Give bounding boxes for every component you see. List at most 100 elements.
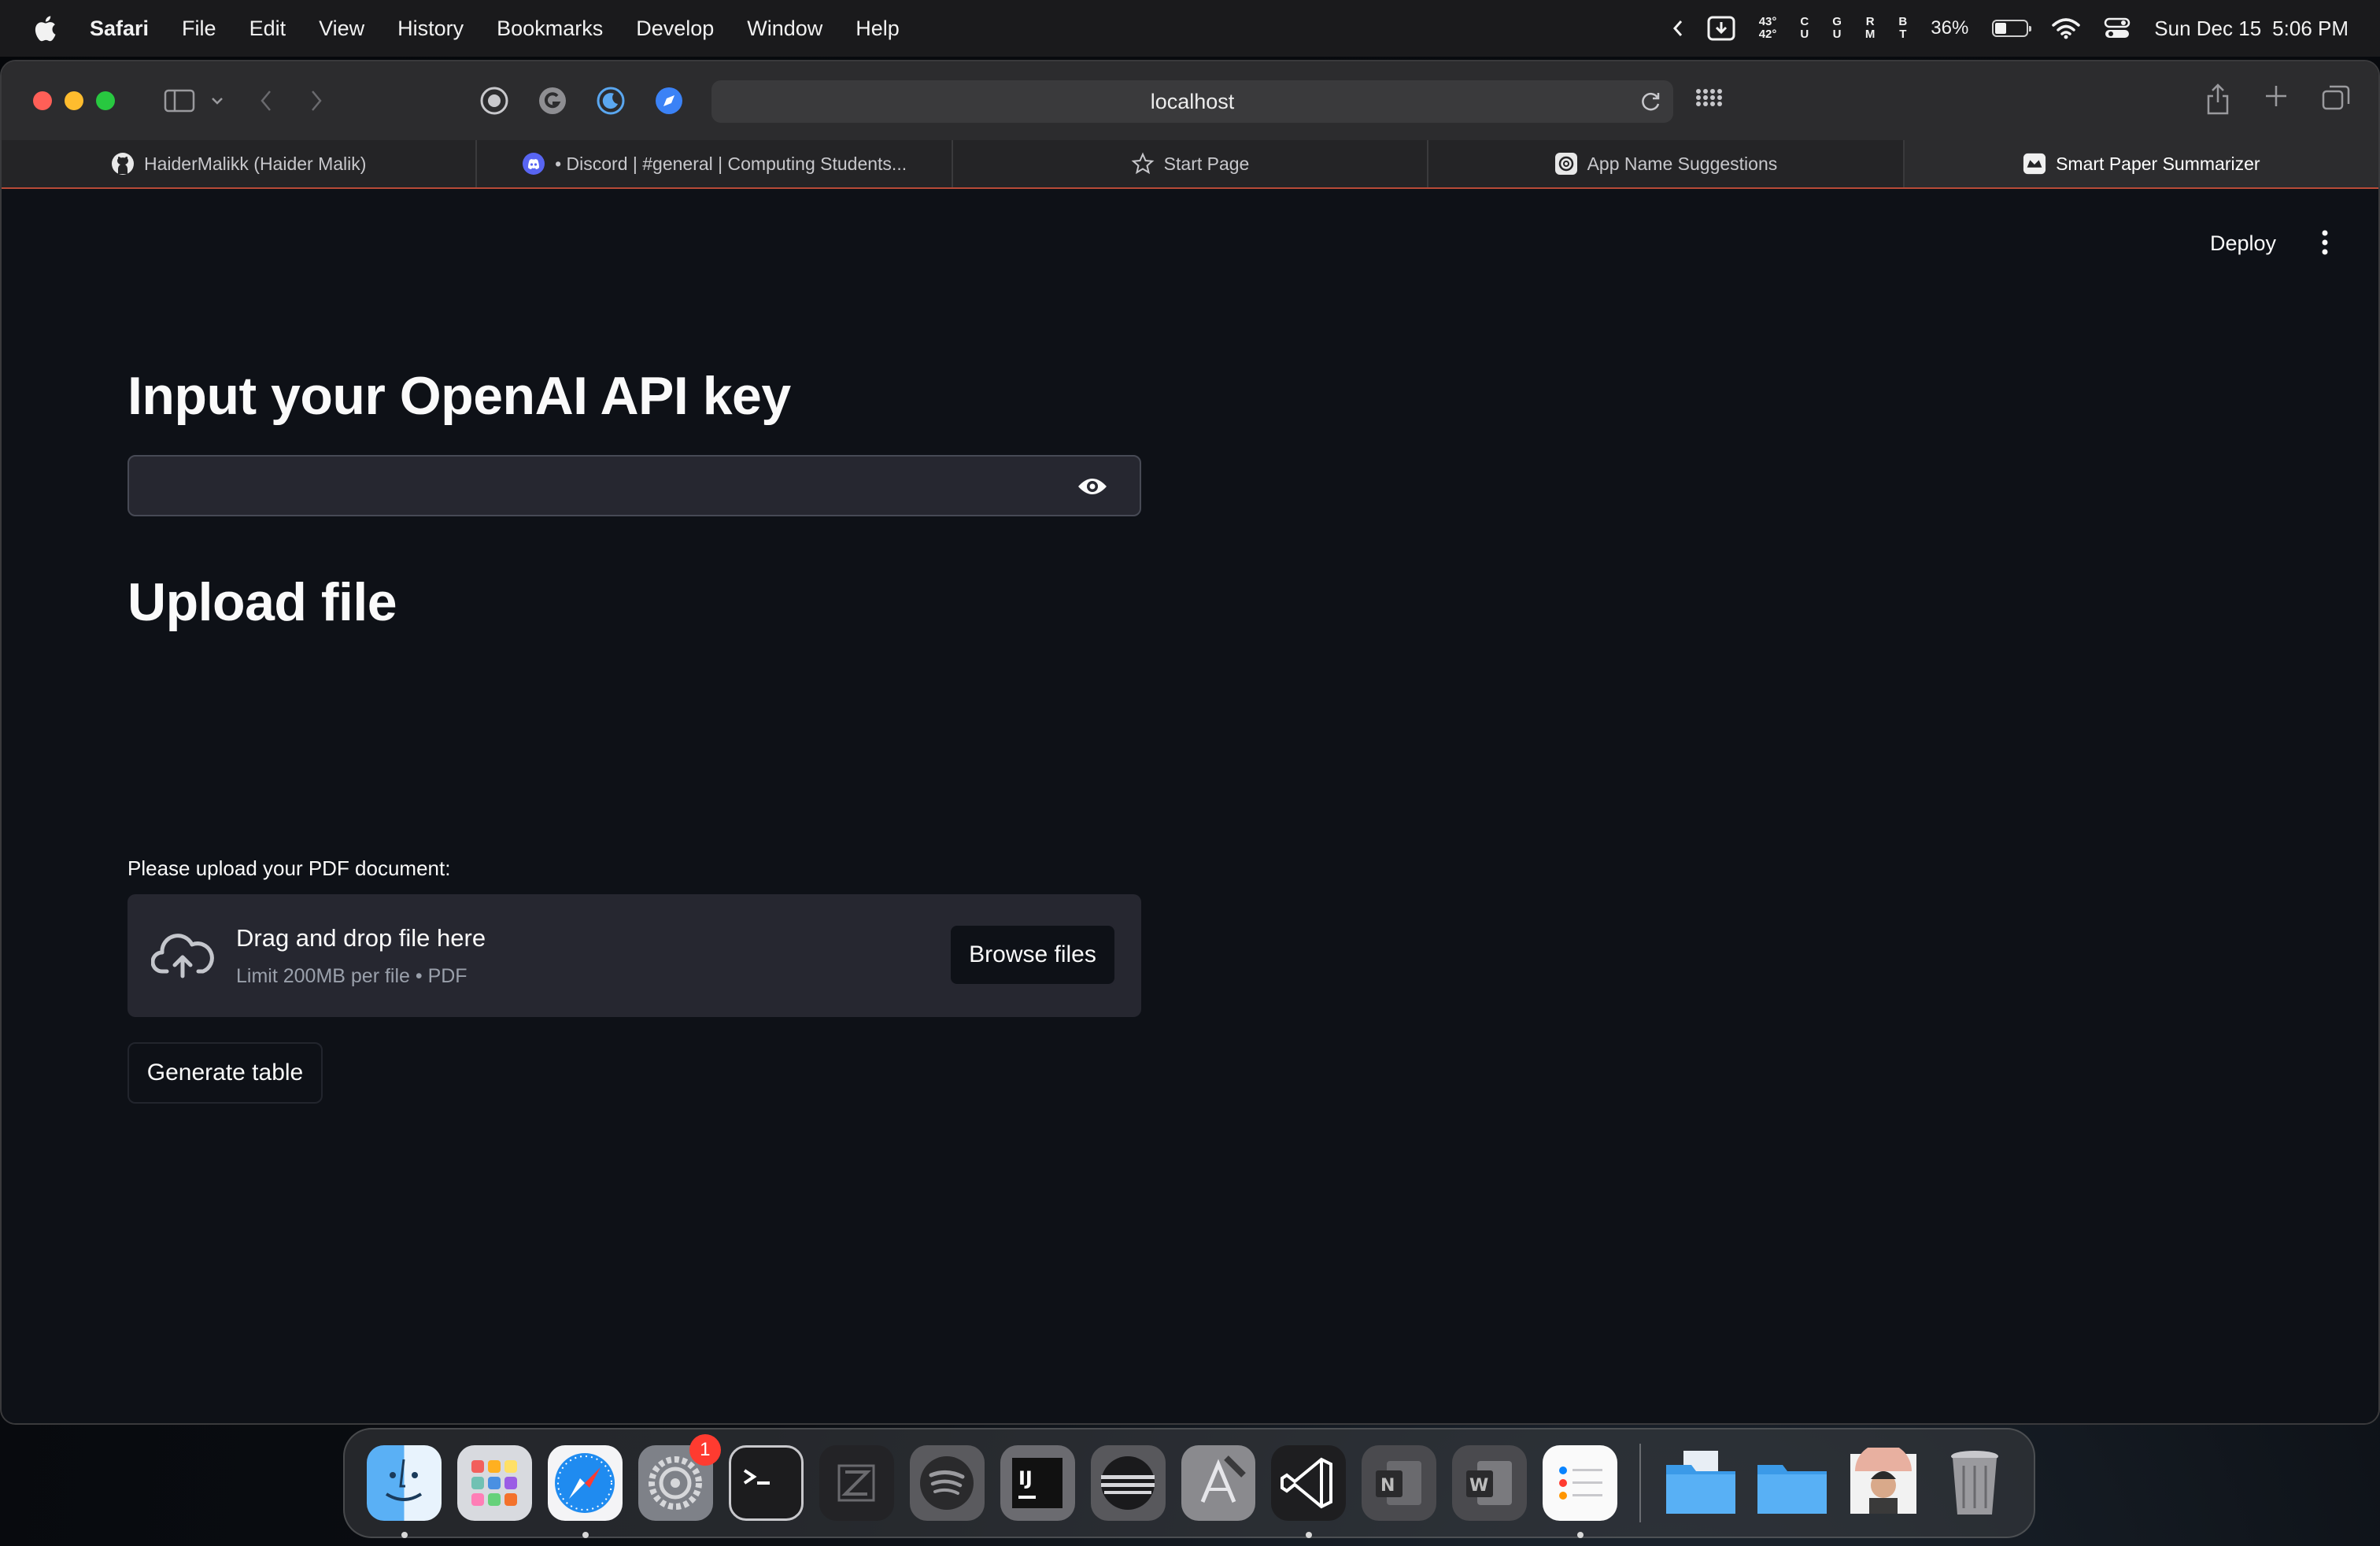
back-button[interactable] — [260, 89, 272, 113]
more-options-icon[interactable] — [2320, 228, 2330, 257]
dock-system-settings[interactable]: 1 — [638, 1434, 721, 1521]
cpu-label-bottom: U — [1800, 28, 1809, 41]
dock-launchpad[interactable] — [456, 1445, 532, 1521]
dock-folder-stack[interactable] — [1663, 1445, 1739, 1521]
menu-bookmarks[interactable]: Bookmarks — [497, 17, 603, 41]
new-tab-icon[interactable] — [2264, 83, 2289, 109]
battery-monitor[interactable]: B T — [1898, 16, 1907, 41]
toolbar-right-actions — [2205, 83, 2350, 115]
tab-label: Start Page — [1163, 153, 1250, 174]
battery-icon[interactable] — [1992, 20, 2032, 37]
tab-smart-paper-summarizer[interactable]: Smart Paper Summarizer — [1904, 140, 2378, 187]
menu-window[interactable]: Window — [747, 17, 822, 41]
word-icon: W — [1465, 1461, 1512, 1505]
menubar-time[interactable]: 5:06 PM — [2272, 17, 2349, 41]
minimize-window-button[interactable] — [65, 91, 83, 110]
file-dropzone[interactable]: Drag and drop file here Limit 200MB per … — [128, 894, 1141, 1017]
tab-app-name-suggestions[interactable]: App Name Suggestions — [1428, 140, 1905, 187]
folder-icon — [1666, 1451, 1736, 1514]
menu-bar: Safari File Edit View History Bookmarks … — [0, 0, 2380, 57]
menu-view[interactable]: View — [319, 17, 364, 41]
gpu-monitor[interactable]: G U — [1832, 16, 1842, 41]
download-status-icon[interactable] — [1707, 16, 1735, 41]
chevron-left-icon — [261, 91, 271, 111]
dock-eclipse[interactable] — [1090, 1445, 1166, 1521]
zoom-window-button[interactable] — [96, 91, 115, 110]
compass-extension-icon[interactable] — [655, 87, 683, 115]
tab-github[interactable]: HaiderMalikk (Haider Malik) — [2, 140, 478, 187]
generate-table-button[interactable]: Generate table — [128, 1042, 323, 1104]
record-extension-icon[interactable] — [480, 87, 508, 115]
tab-overview-icon[interactable] — [2322, 83, 2350, 110]
api-key-input[interactable] — [129, 457, 1058, 515]
share-icon[interactable] — [2205, 83, 2230, 115]
api-key-field[interactable] — [128, 455, 1141, 516]
sidebar-toggle-button[interactable] — [164, 89, 195, 113]
chevron-down-icon — [212, 98, 223, 105]
dock-reminders[interactable] — [1543, 1445, 1618, 1538]
dock-zed[interactable] — [819, 1445, 894, 1521]
dropzone-title: Drag and drop file here — [236, 924, 486, 952]
safari-icon — [555, 1453, 615, 1513]
bat-label-top: B — [1898, 15, 1908, 28]
battery-percent[interactable]: 36% — [1931, 17, 1968, 39]
menu-app-name[interactable]: Safari — [90, 17, 149, 41]
svg-text:N: N — [1380, 1476, 1395, 1496]
dock-vscode[interactable] — [1271, 1445, 1347, 1538]
tab-discord[interactable]: • Discord | #general | Computing Student… — [477, 140, 953, 187]
control-center-icon[interactable] — [2104, 17, 2131, 39]
dock-onenote[interactable]: N — [1362, 1445, 1437, 1521]
dock-xcode[interactable] — [1181, 1445, 1256, 1521]
weather-low: 42° — [1758, 28, 1777, 41]
tab-group-dropdown[interactable] — [211, 96, 224, 105]
dock-spotify[interactable] — [909, 1445, 985, 1521]
chevron-left-icon[interactable] — [1672, 19, 1683, 38]
night-mode-extension-icon[interactable] — [597, 87, 625, 115]
launchpad-icon — [471, 1460, 518, 1506]
eye-icon[interactable] — [1077, 472, 1108, 501]
dock-terminal[interactable] — [728, 1445, 804, 1521]
close-window-button[interactable] — [33, 91, 52, 110]
dock-finder[interactable] — [367, 1445, 442, 1538]
spotify-icon — [920, 1456, 974, 1510]
deploy-button[interactable]: Deploy — [2210, 231, 2276, 256]
menubar-date[interactable]: Sun Dec 15 — [2154, 17, 2261, 41]
running-indicator — [1577, 1532, 1584, 1538]
reload-icon[interactable] — [1639, 90, 1662, 113]
menu-edit[interactable]: Edit — [249, 17, 286, 41]
notification-badge: 1 — [689, 1434, 721, 1466]
ram-label-bottom: M — [1864, 28, 1876, 41]
weather-widget[interactable]: 43° 42° — [1759, 16, 1777, 41]
forward-button[interactable] — [310, 89, 323, 113]
dock-safari[interactable] — [547, 1445, 623, 1538]
gpu-label-bottom: U — [1832, 28, 1842, 41]
ram-label-top: R — [1865, 15, 1875, 28]
sidebar-icon — [164, 89, 195, 113]
dock-trash[interactable] — [1937, 1445, 2012, 1521]
openai-icon — [1554, 152, 1578, 176]
upload-heading: Upload file — [128, 572, 397, 632]
address-bar[interactable]: localhost — [711, 80, 1673, 123]
tab-start-page[interactable]: Start Page — [953, 140, 1429, 187]
onenote-icon: N — [1375, 1461, 1421, 1505]
window-controls — [33, 91, 115, 110]
ram-monitor[interactable]: R M — [1865, 16, 1876, 41]
dock-word[interactable]: W — [1452, 1445, 1528, 1521]
streamlit-icon — [2023, 152, 2046, 176]
dock-intellij[interactable]: IJ — [1000, 1445, 1075, 1521]
browse-files-button[interactable]: Browse files — [949, 924, 1116, 986]
menu-file[interactable]: File — [182, 17, 216, 41]
running-indicator — [582, 1532, 589, 1538]
dock-photo-stack[interactable] — [1846, 1445, 1921, 1521]
tab-label: HaiderMalikk (Haider Malik) — [143, 153, 367, 174]
menu-help[interactable]: Help — [856, 17, 900, 41]
dock-downloads-stack[interactable] — [1754, 1445, 1830, 1521]
menu-history[interactable]: History — [397, 17, 464, 41]
menu-develop[interactable]: Develop — [636, 17, 714, 41]
cpu-monitor[interactable]: C U — [1800, 16, 1809, 41]
wifi-icon[interactable] — [2052, 17, 2081, 39]
tab-label: App Name Suggestions — [1587, 153, 1778, 174]
apps-grid-icon[interactable] — [1695, 88, 1724, 113]
apple-icon[interactable] — [33, 14, 57, 43]
grammarly-extension-icon[interactable] — [538, 87, 567, 115]
